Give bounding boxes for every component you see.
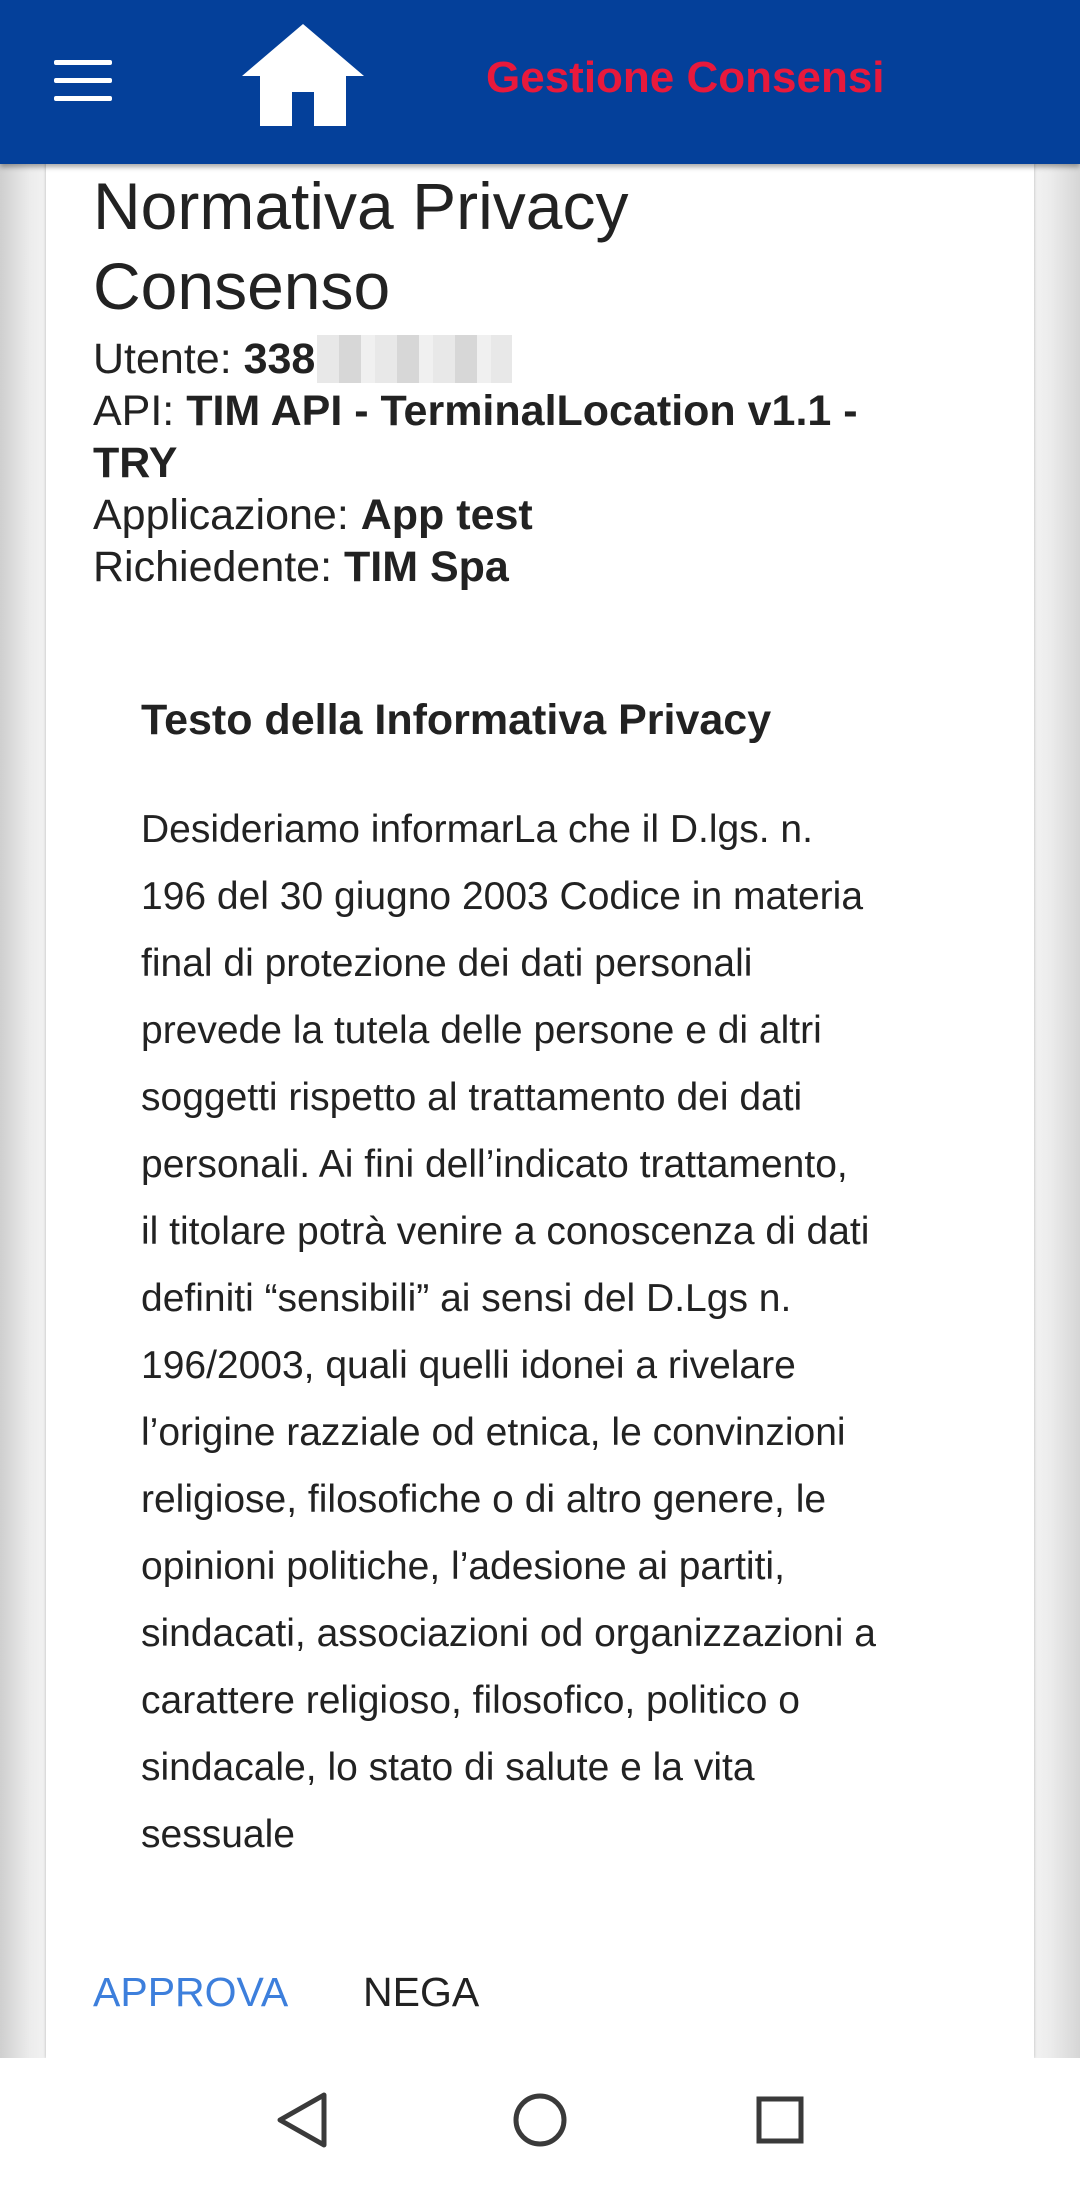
- policy-line: sindacale, lo stato di salute e la vita: [141, 1746, 755, 1789]
- user-label: Utente:: [93, 335, 244, 383]
- policy-line: 196/2003, quali quelli idonei a rivelare: [141, 1344, 796, 1387]
- policy-line: carattere religioso, filosofico, politic…: [141, 1679, 800, 1722]
- policy-line: il titolare potrà venire a conoscenza di…: [141, 1210, 870, 1253]
- requester-label: Richiedente:: [93, 543, 344, 591]
- policy-line: soggetti rispetto al trattamento dei dat…: [141, 1076, 803, 1119]
- policy-heading: Testo della Informativa Privacy: [141, 696, 772, 744]
- requester-row: Richiedente: TIM Spa: [93, 541, 973, 593]
- deny-button[interactable]: NEGA: [363, 1960, 479, 2024]
- api-label: API:: [93, 387, 187, 435]
- user-row: Utente: 338: [93, 333, 973, 385]
- application-label: Applicazione:: [93, 491, 361, 539]
- recents-square-icon[interactable]: [740, 2080, 820, 2160]
- policy-line: final di protezione dei dati personali: [141, 942, 753, 985]
- page-title: Normativa Privacy Consenso: [93, 166, 628, 326]
- app-header: Gestione Consensi: [0, 0, 1080, 164]
- application-row: Applicazione: App test: [93, 489, 973, 541]
- policy-text: Desideriamo informarLa che il D.lgs. n. …: [141, 796, 981, 1868]
- page-title-line-1: Normativa Privacy: [93, 169, 629, 243]
- redacted-phone-number: [317, 335, 513, 383]
- home-icon[interactable]: [240, 22, 366, 128]
- policy-line: religiose, filosofiche o di altro genere…: [141, 1478, 827, 1521]
- requester-value: TIM Spa: [344, 543, 509, 591]
- api-value-continued: TRY: [93, 439, 178, 487]
- policy-line: 196 del 30 giugno 2003 Codice in materia: [141, 875, 864, 918]
- system-navigation-bar: [0, 2058, 1080, 2185]
- consent-details: Utente: 338 API: TIM API - TerminalLocat…: [93, 333, 973, 593]
- hamburger-menu-icon[interactable]: [50, 56, 114, 106]
- page-title-line-2: Consenso: [93, 249, 391, 323]
- policy-line: l’origine razziale od etnica, le convinz…: [141, 1411, 846, 1454]
- policy-line: prevede la tutela delle persone e di alt…: [141, 1009, 822, 1052]
- user-value: 338: [243, 335, 316, 383]
- policy-line: definiti “sensibili” ai sensi del D.Lgs …: [141, 1277, 792, 1320]
- policy-line: sindacati, associazioni od organizzazion…: [141, 1612, 876, 1655]
- home-circle-icon[interactable]: [500, 2080, 580, 2160]
- policy-line: sessuale: [141, 1813, 295, 1856]
- api-row: API: TIM API - TerminalLocation v1.1 -: [93, 385, 973, 437]
- policy-line: Desideriamo informarLa che il D.lgs. n.: [141, 808, 813, 851]
- policy-line: opinioni politiche, l’adesione ai partit…: [141, 1545, 785, 1588]
- policy-line: personali. Ai fini dell’indicato trattam…: [141, 1143, 848, 1186]
- back-triangle-icon[interactable]: [262, 2080, 342, 2160]
- approve-button[interactable]: APPROVA: [93, 1960, 288, 2024]
- application-value: App test: [360, 491, 533, 539]
- app-title: Gestione Consensi: [486, 53, 885, 102]
- api-value: TIM API - TerminalLocation v1.1 -: [186, 387, 858, 435]
- api-row-continued: TRY: [93, 437, 973, 489]
